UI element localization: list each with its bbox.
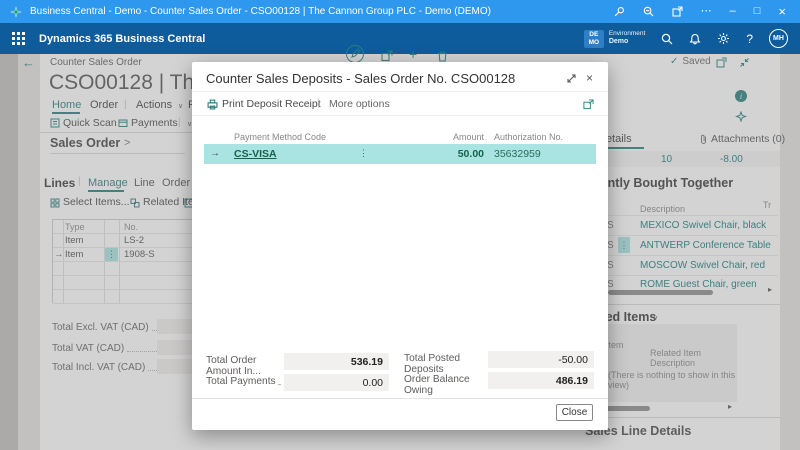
print-receipt-icon	[207, 99, 218, 110]
business-central-app-icon	[10, 6, 22, 18]
counter-sales-deposits-dialog: Counter Sales Deposits - Sales Order No.…	[192, 62, 608, 430]
deposit-authorization-no[interactable]: 35632959	[494, 148, 541, 160]
total-payments-value: 0.00	[284, 374, 389, 391]
popout-window-icon[interactable]	[672, 6, 683, 17]
minimize-icon[interactable]: –	[730, 6, 736, 17]
order-balance-owing-row: Order Balance Owing	[404, 374, 486, 396]
search-icon[interactable]	[661, 33, 673, 45]
notifications-bell-icon[interactable]	[689, 33, 701, 45]
badge-line2: MO	[589, 39, 599, 46]
pin-icon[interactable]	[614, 6, 625, 17]
app-brand[interactable]: Dynamics 365 Business Central	[39, 33, 205, 45]
environment-word: Environment	[609, 30, 646, 37]
total-posted-deposits-row: Total Posted Deposits	[404, 353, 486, 375]
environment-name: Demo	[609, 38, 646, 47]
help-icon[interactable]: ?	[746, 32, 753, 46]
dialog-title: Counter Sales Deposits - Sales Order No.…	[206, 71, 515, 86]
dialog-toolbar-separator: |	[317, 98, 320, 109]
deposit-row-options-icon[interactable]: ⋮	[359, 148, 368, 159]
print-deposit-receipt-button[interactable]: Print Deposit Receipt	[222, 98, 321, 110]
window-title: Business Central - Demo - Counter Sales …	[30, 6, 614, 17]
environment-badge: DE MO	[584, 30, 604, 48]
total-posted-deposits-value: -50.00	[488, 351, 594, 368]
total-order-amount-label: Total Order Amount In...	[206, 355, 282, 377]
environment-label: Environment Demo	[609, 30, 646, 47]
environment-switcher[interactable]: DE MO Environment Demo	[584, 30, 646, 48]
deposit-col-authorization: Authorization No.	[494, 132, 563, 142]
deposit-payment-method[interactable]: CS-VISA	[234, 148, 277, 160]
deposit-col-amount: Amount	[447, 132, 484, 142]
close-dialog-icon[interactable]: ×	[586, 71, 593, 85]
total-payments-row: Total Payments	[206, 376, 282, 387]
application-window: Business Central - Demo - Counter Sales …	[0, 0, 800, 450]
browser-more-icon[interactable]: ⋯	[701, 6, 712, 17]
deposit-col-payment-method: Payment Method Code	[234, 132, 326, 142]
total-posted-deposits-label: Total Posted Deposits	[404, 353, 482, 375]
deposit-amount[interactable]: 50.00	[414, 148, 484, 160]
settings-gear-icon[interactable]	[717, 32, 730, 45]
deposit-row-selected[interactable]: → CS-VISA ⋮ 50.00 35632959	[204, 144, 596, 164]
order-balance-owing-value: 486.19	[488, 372, 594, 389]
app-header: Dynamics 365 Business Central DE MO Envi…	[0, 23, 800, 54]
maximize-icon[interactable]: □	[754, 6, 761, 17]
waffle-menu-icon[interactable]	[12, 32, 25, 45]
dialog-share-icon[interactable]	[583, 99, 594, 110]
order-balance-owing-label: Order Balance Owing	[404, 374, 482, 396]
badge-line1: DE	[589, 31, 598, 38]
avatar[interactable]: MH	[769, 29, 788, 48]
close-window-icon[interactable]: ×	[778, 5, 786, 18]
deposit-row-arrow: →	[210, 148, 220, 159]
expand-dialog-icon[interactable]	[566, 73, 577, 84]
close-button[interactable]: Close	[556, 404, 593, 421]
zoom-out-icon[interactable]	[643, 6, 654, 17]
total-order-amount-value: 536.19	[284, 353, 389, 370]
total-order-amount-row: Total Order Amount In...	[206, 355, 282, 377]
total-payments-label: Total Payments	[206, 376, 276, 387]
more-options-button[interactable]: More options	[329, 98, 390, 110]
browser-titlebar: Business Central - Demo - Counter Sales …	[0, 0, 800, 23]
